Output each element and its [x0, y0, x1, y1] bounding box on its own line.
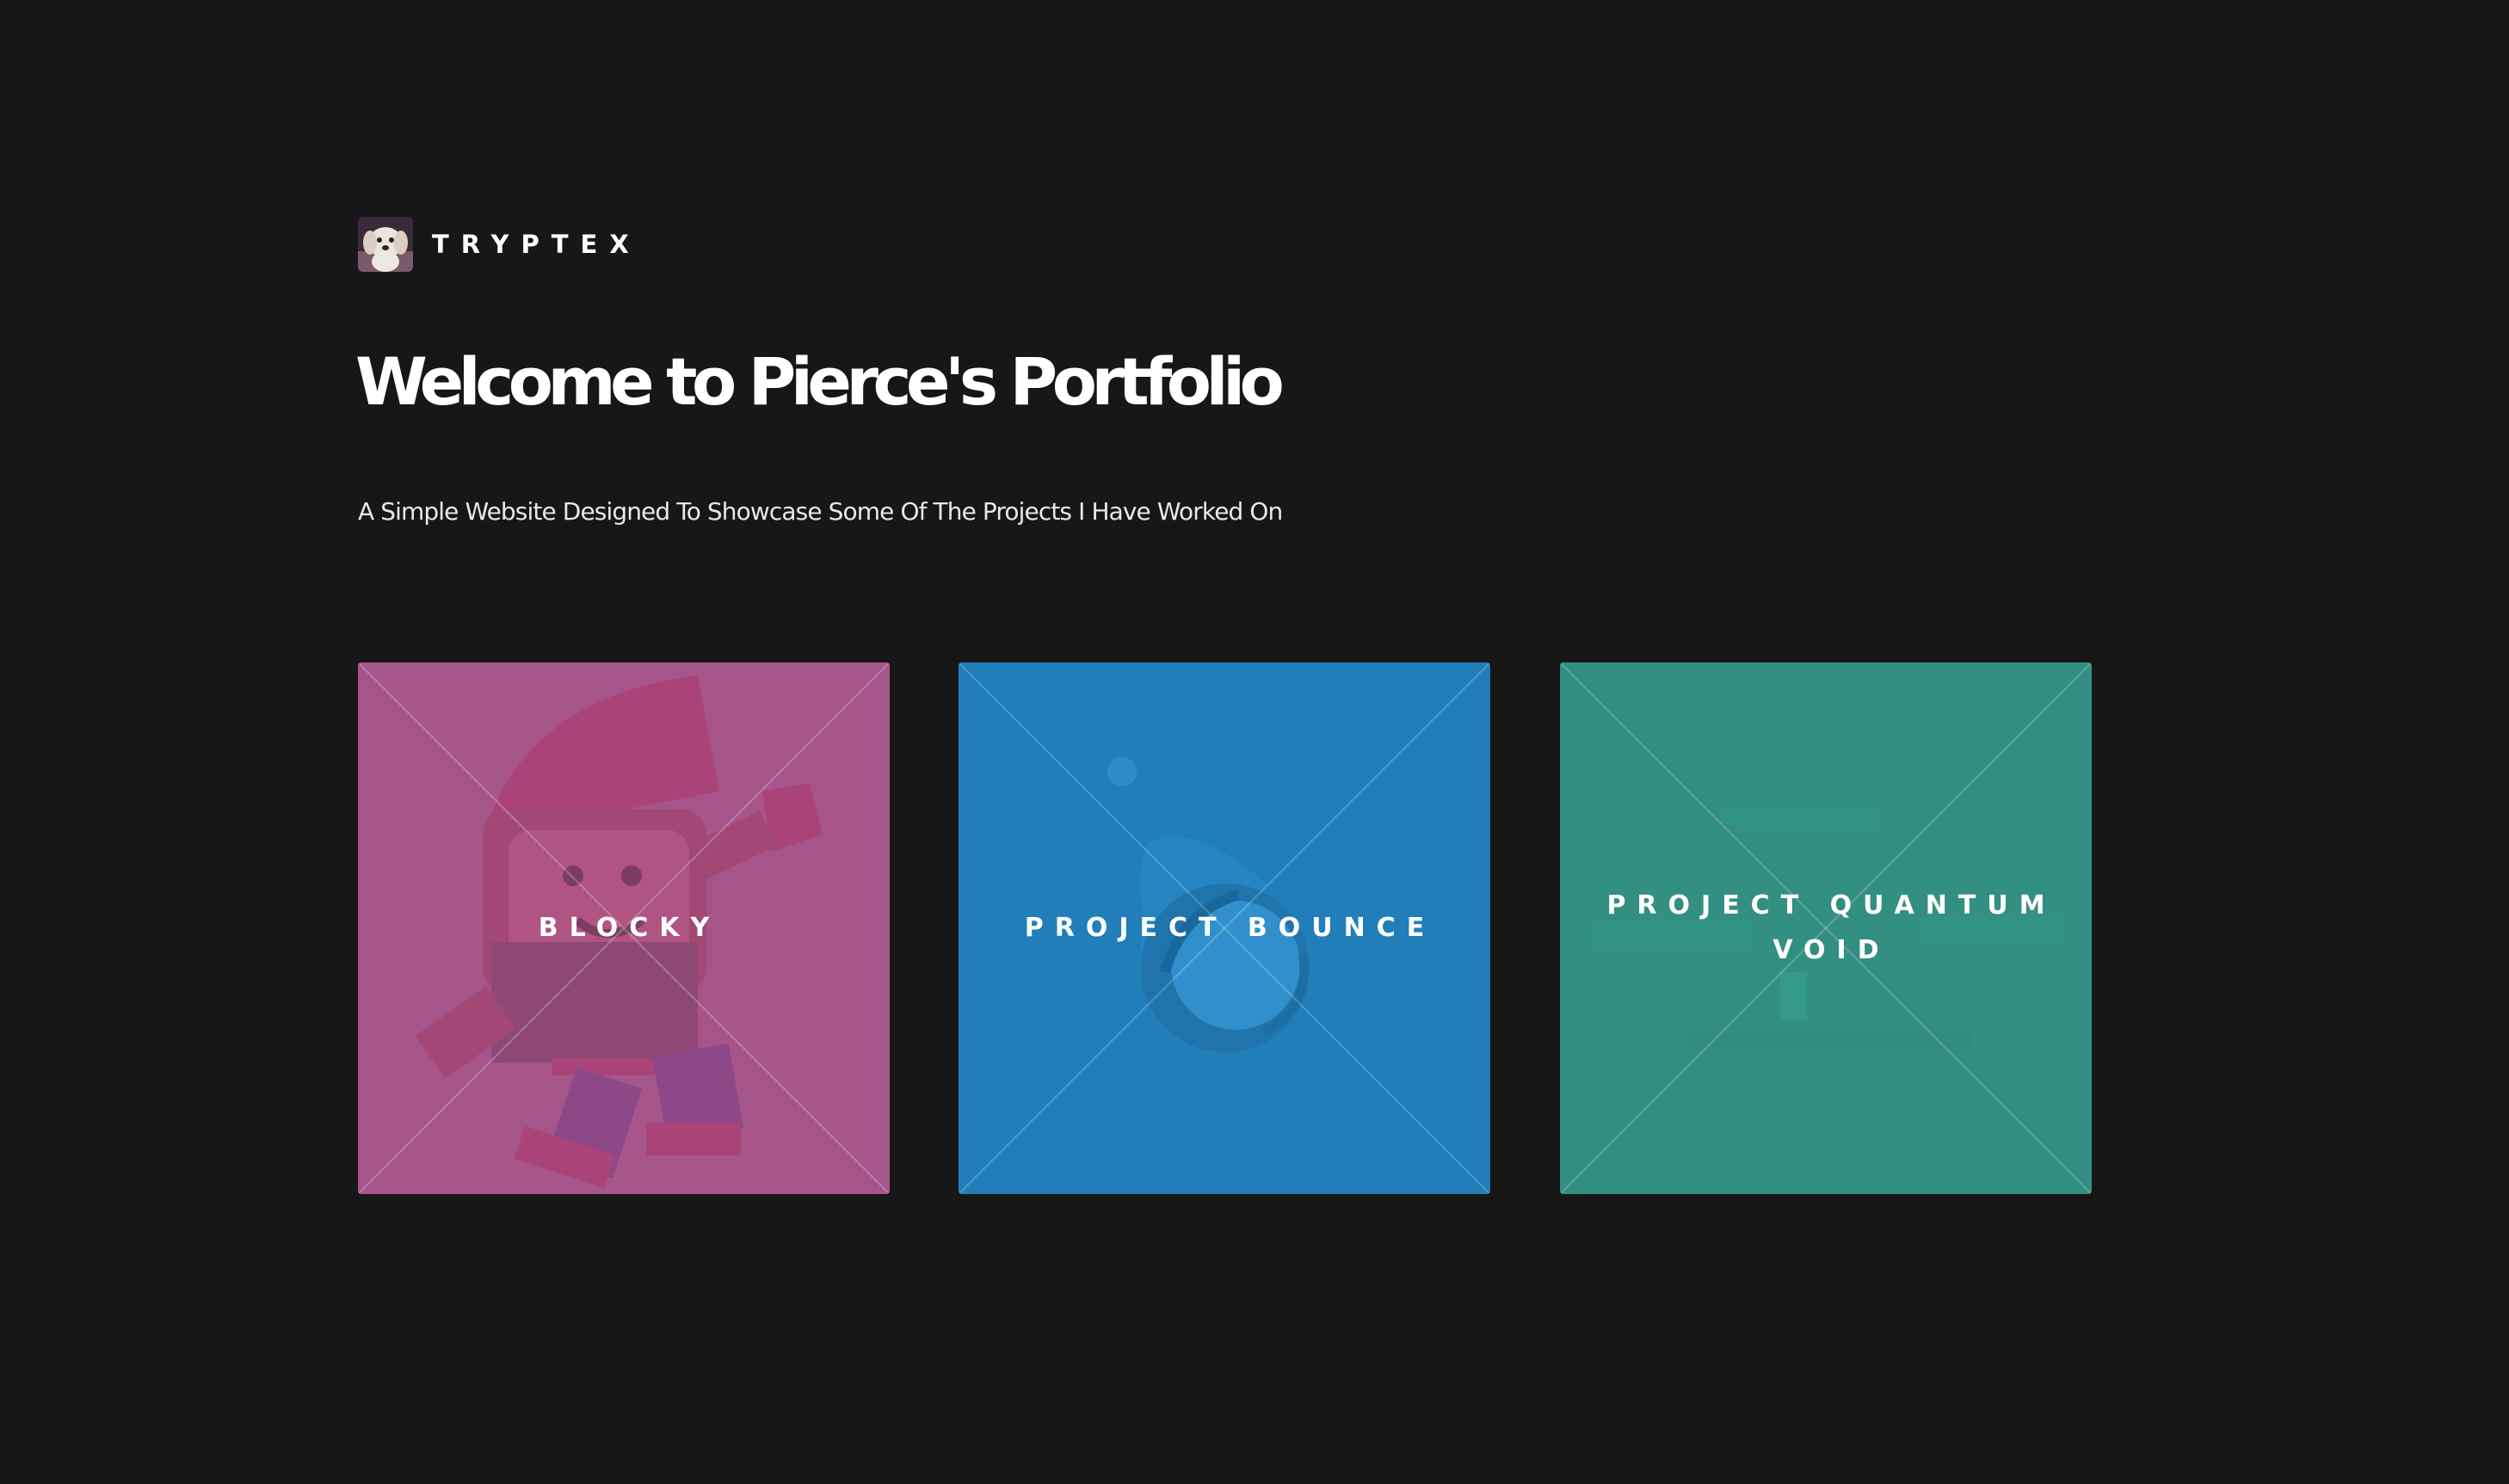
- project-tile-bounce[interactable]: PROJECT BOUNCE: [959, 662, 1490, 1194]
- site-logo-text: TRYPTEX: [432, 229, 641, 259]
- project-tile-blocky[interactable]: BLOCKY: [358, 662, 890, 1194]
- dog-avatar-icon: [358, 217, 413, 272]
- project-tile-quantum-void[interactable]: PROJECT QUANTUM VOID: [1560, 662, 2092, 1194]
- page-subtitle: A Simple Website Designed To Showcase So…: [358, 497, 1283, 526]
- project-tile-label: BLOCKY: [538, 913, 721, 943]
- project-tile-label: PROJECT QUANTUM VOID: [1606, 890, 2056, 965]
- page-title: Welcome to Pierce's Portfolio: [355, 343, 1285, 420]
- site-logo-link[interactable]: TRYPTEX: [358, 216, 641, 273]
- project-tile-label: PROJECT BOUNCE: [1024, 913, 1436, 943]
